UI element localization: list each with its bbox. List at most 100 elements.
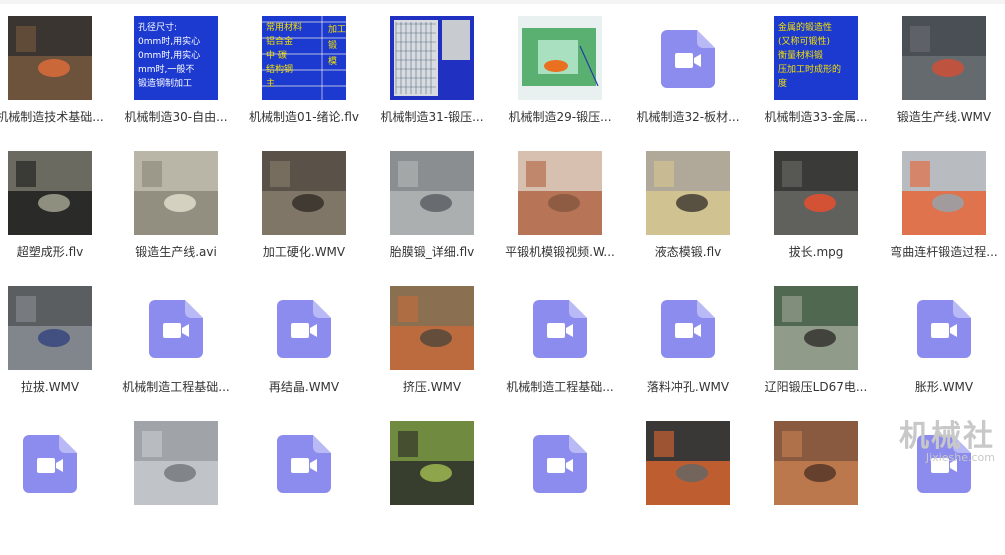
file-item[interactable]: 拔长.mpg	[752, 151, 880, 285]
file-name: 机械制造工程基础...	[506, 380, 614, 394]
video-file-icon	[533, 435, 587, 493]
file-thumbnail	[8, 286, 92, 370]
svg-text:常用材料: 常用材料	[266, 21, 302, 33]
file-name: 加工硬化.WMV	[262, 245, 346, 259]
file-item[interactable]	[240, 421, 368, 555]
video-file-icon	[277, 435, 331, 493]
file-item[interactable]: 胎膜锻_详细.flv	[368, 151, 496, 285]
file-thumbnail	[902, 16, 986, 100]
file-item[interactable]: 平锻机模锻视频.W...	[496, 151, 624, 285]
file-thumbnail	[134, 151, 218, 235]
file-name: 锻造生产线.avi	[135, 245, 217, 259]
file-name: 胎膜锻_详细.flv	[389, 245, 475, 259]
file-name: 锻造生产线.WMV	[896, 110, 992, 124]
file-name: 超塑成形.flv	[16, 245, 84, 259]
file-thumbnail	[8, 151, 92, 235]
svg-text:加工: 加工	[328, 24, 346, 35]
svg-text:金属的锻造性: 金属的锻造性	[778, 21, 832, 33]
file-item[interactable]: 加工硬化.WMV	[240, 151, 368, 285]
file-name: 落料冲孔.WMV	[646, 380, 730, 394]
file-item[interactable]: 机械制造29-锻压...	[496, 16, 624, 150]
file-item[interactable]: 机械制造工程基础...	[496, 286, 624, 420]
svg-text:主: 主	[266, 77, 275, 89]
file-name: 机械制造29-锻压...	[508, 110, 612, 124]
file-name: 液态模锻.flv	[654, 245, 722, 259]
file-name: 挤压.WMV	[402, 380, 462, 394]
svg-text:0mm时,用实心: 0mm时,用实心	[138, 35, 200, 47]
file-thumbnail	[390, 421, 474, 505]
file-name: 弯曲连杆锻造过程...	[890, 245, 998, 259]
file-thumbnail	[646, 151, 730, 235]
file-item[interactable]	[752, 421, 880, 555]
video-file-icon	[917, 300, 971, 358]
file-name: 拉拔.WMV	[20, 380, 80, 394]
watermark-logo: 机械社 Jixieshe.com	[899, 419, 995, 464]
file-name: 机械制造技术基础...	[0, 110, 104, 124]
file-item[interactable]: 金属的锻造性 (又称可锻性) 衡量材料锻 压加工时成形的度机械制造33-金属...	[752, 16, 880, 150]
file-name: 拔长.mpg	[788, 245, 844, 259]
file-item[interactable]: 胀形.WMV	[880, 286, 1005, 420]
file-thumbnail	[902, 151, 986, 235]
svg-text:度: 度	[778, 77, 787, 89]
svg-text:铝合金: 铝合金	[266, 35, 293, 47]
file-item[interactable]: 锻造生产线.WMV	[880, 16, 1005, 150]
file-thumbnail	[8, 16, 92, 100]
file-thumbnail	[518, 16, 602, 100]
file-item[interactable]	[112, 421, 240, 555]
file-item[interactable]	[496, 421, 624, 555]
file-item[interactable]	[0, 421, 114, 555]
file-thumbnail	[774, 286, 858, 370]
file-item[interactable]: 锻造生产线.avi	[112, 151, 240, 285]
file-name: 机械制造01-绪论.flv	[248, 110, 360, 124]
file-thumbnail: 常用材料 铝合金中 碳结构钢主 加工锻模	[262, 16, 346, 100]
file-thumbnail	[390, 151, 474, 235]
file-thumbnail	[390, 286, 474, 370]
file-name: 辽阳锻压LD67电...	[764, 380, 868, 394]
file-name: 再结晶.WMV	[268, 380, 340, 394]
video-file-icon	[661, 30, 715, 88]
file-item[interactable]: 落料冲孔.WMV	[624, 286, 752, 420]
file-thumbnail	[262, 151, 346, 235]
file-name: 机械制造33-金属...	[764, 110, 868, 124]
file-name: 机械制造32-板材...	[636, 110, 740, 124]
svg-text:0mm时,用实心: 0mm时,用实心	[138, 49, 200, 61]
file-item[interactable]: 挤压.WMV	[368, 286, 496, 420]
svg-text:mm时,一般不: mm时,一般不	[138, 63, 194, 75]
file-item[interactable]: 超塑成形.flv	[0, 151, 114, 285]
file-item[interactable]: 弯曲连杆锻造过程...	[880, 151, 1005, 285]
svg-text:锻: 锻	[328, 39, 337, 51]
file-item[interactable]: 辽阳锻压LD67电...	[752, 286, 880, 420]
file-item[interactable]: 机械制造31-锻压...	[368, 16, 496, 150]
file-name: 平锻机模锻视频.W...	[505, 245, 615, 259]
file-name: 机械制造31-锻压...	[380, 110, 484, 124]
file-item[interactable]: 液态模锻.flv	[624, 151, 752, 285]
file-thumbnail	[646, 421, 730, 505]
file-grid: 机械制造技术基础... 孔径尺寸: 0mm时,用实心 0mm时,用实心 mm时,一般不锻…	[0, 0, 1005, 505]
video-file-icon	[661, 300, 715, 358]
file-thumbnail	[518, 151, 602, 235]
file-item[interactable]: 机械制造技术基础...	[0, 16, 114, 150]
file-item[interactable]	[624, 421, 752, 555]
file-thumbnail	[134, 421, 218, 505]
file-item[interactable]: 机械制造工程基础...	[112, 286, 240, 420]
file-thumbnail	[390, 16, 474, 100]
video-file-icon	[533, 300, 587, 358]
file-thumbnail	[774, 421, 858, 505]
svg-text:锻造钢制加工: 锻造钢制加工	[138, 77, 192, 89]
file-item[interactable]: 拉拔.WMV	[0, 286, 114, 420]
file-item[interactable]: 机械制造32-板材...	[624, 16, 752, 150]
file-name: 胀形.WMV	[914, 380, 974, 394]
file-name: 机械制造30-自由...	[124, 110, 228, 124]
file-item[interactable]: 常用材料 铝合金中 碳结构钢主 加工锻模机械制造01-绪论.flv	[240, 16, 368, 150]
svg-text:压加工时成形的: 压加工时成形的	[778, 63, 841, 75]
file-thumbnail: 孔径尺寸: 0mm时,用实心 0mm时,用实心 mm时,一般不 锻造钢制加工	[134, 16, 218, 100]
file-item[interactable]: 孔径尺寸: 0mm时,用实心 0mm时,用实心 mm时,一般不 锻造钢制加工 机械制造30…	[112, 16, 240, 150]
file-thumbnail	[774, 151, 858, 235]
file-item[interactable]	[368, 421, 496, 555]
file-item[interactable]: 再结晶.WMV	[240, 286, 368, 420]
video-file-icon	[277, 300, 331, 358]
svg-text:模: 模	[328, 56, 337, 67]
video-file-icon	[149, 300, 203, 358]
svg-text:中 碳: 中 碳	[266, 49, 287, 61]
file-name: 机械制造工程基础...	[122, 380, 230, 394]
